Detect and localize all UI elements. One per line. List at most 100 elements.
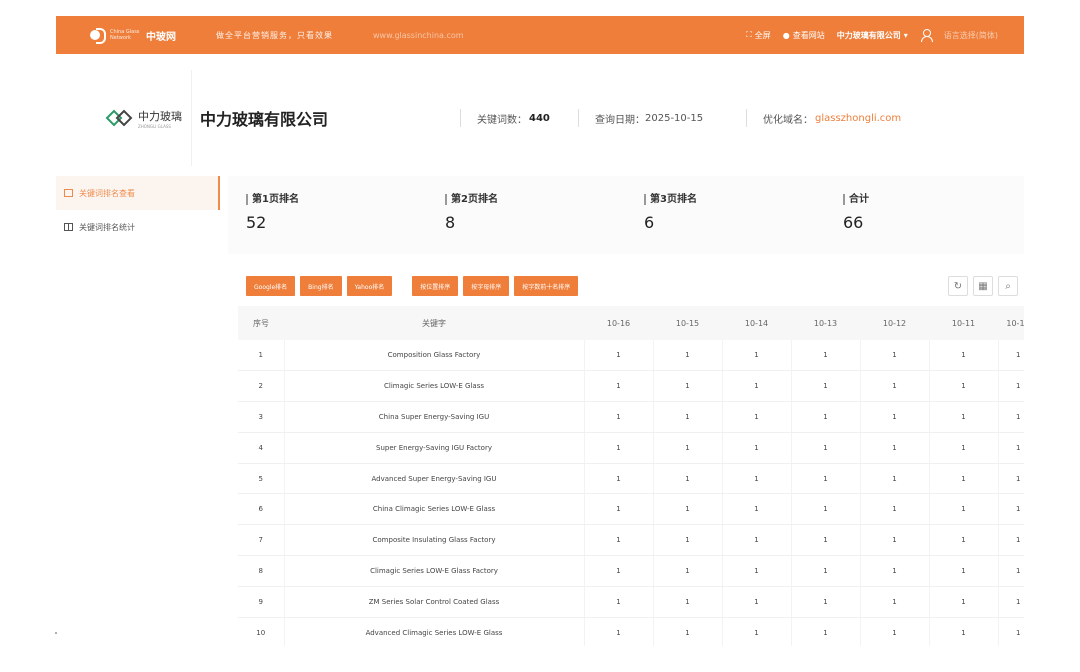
rank-cell: 1 [722,586,792,618]
column-header[interactable]: 序号 [238,306,284,340]
rank-cell: 1 [653,555,723,587]
sidebar: 关键词排名查看 关键词排名统计 [56,176,220,672]
rank-cell: 1 [929,401,999,433]
column-header[interactable]: 10-13 [791,306,860,340]
stat-page3: 第3页排名 6 [626,194,825,254]
rank-cell: 1 [998,463,1024,495]
search-icon[interactable]: ⌕ [998,276,1018,296]
slogan: 做全平台营销服务，只看效果 [216,30,333,40]
rank-cell: 1 [722,524,792,557]
site-url[interactable]: www.glassinchina.com [373,31,464,40]
user-icon[interactable] [920,29,933,42]
keyword-cell: Advanced Climagic Series LOW-E Glass [284,617,585,646]
table-row[interactable]: 8 Climagic Series LOW-E Glass Factory 1 1 1 1… [238,555,1024,587]
rank-cell: 1 [791,432,861,464]
keyword-cell: Climagic Series LOW-E Glass Factory [284,555,585,587]
bing-ranking-button[interactable]: Bing排名 [300,276,342,296]
keyword-cell: Composition Glass Factory [284,340,585,372]
table-row[interactable]: 3 China Super Energy-Saving IGU 1 1 1 1 1 1 1 [238,401,1024,433]
rank-cell: 1 [929,340,999,372]
rank-cell: 1 [584,617,654,646]
keyword-count-label: 关键词数： [477,114,527,126]
globe-icon: ● [782,30,790,40]
yahoo-ranking-button[interactable]: Yahoo排名 [346,276,393,296]
rank-cell: 1 [998,493,1024,526]
company-menu[interactable]: 中力玻璃有限公司 ▾ [837,30,908,41]
rank-cell: 1 [860,555,930,587]
sidebar-item-label: 关键词排名查看 [79,188,135,198]
sidebar-item-ranking-stats[interactable]: 关键词排名统计 [56,210,220,244]
column-header[interactable]: 10-14 [722,306,791,340]
table-row[interactable]: 1 Composition Glass Factory 1 1 1 1 1 1 1 [238,340,1024,372]
query-date-value: 2025-10-15 [645,112,704,124]
column-header[interactable]: 10-15 [653,306,722,340]
fullscreen-button[interactable]: ⛶ 全屏 [746,30,771,41]
sort-by-position-button[interactable]: 按位置排序 [412,276,459,296]
rank-cell: 1 [653,401,723,433]
rank-cell: 1 [791,463,861,495]
rank-cell: 1 [722,340,792,372]
rank-cell: 1 [722,432,792,464]
language-select[interactable]: 语言选择(简体) [944,30,998,41]
rank-cell: 1 [998,432,1024,464]
page: China Glass Network 中玻网 做全平台营销服务，只看效果 ww… [0,0,1080,672]
table-row[interactable]: 10 Advanced Climagic Series LOW-E Glass 1 1… [238,617,1024,646]
keyword-cell: Climagic Series LOW-E Glass [284,370,585,403]
column-header[interactable]: 10-12 [860,306,929,340]
column-header[interactable]: 10-10 [998,306,1024,340]
sort-top-ten-button[interactable]: 按字数前十名排序 [514,276,579,296]
stat-label: 合计 [843,194,1024,205]
rank-cell: 1 [791,493,861,526]
row-index-cell: 6 [238,493,285,526]
rank-cell: 1 [791,340,861,372]
query-date: 查询日期： 2025-10-15 [578,109,716,127]
table-row[interactable]: 4 Super Energy-Saving IGU Factory 1 1 1 1 1 1 1 [238,432,1024,464]
keyword-count: 关键词数： 440 [460,109,578,127]
view-site-label: 查看网站 [792,30,825,40]
domain-link[interactable]: glasszhongli.com [815,113,901,124]
rank-cell: 1 [929,370,999,403]
table-row[interactable]: 7 Composite Insulating Glass Factory 1 1 1 1 1… [238,524,1024,557]
site-logo[interactable]: China Glass Network 中玻网 [90,28,176,44]
rank-cell: 1 [860,586,930,618]
row-index-cell: 3 [238,401,285,433]
sidebar-item-ranking-view[interactable]: 关键词排名查看 [56,176,220,210]
table-toolbar: Google排名 Bing排名 Yahoo排名 按位置排序 按字母排序 按字数前… [246,276,1024,296]
company-logo-en: ZHONGLI GLASS [138,123,171,129]
rank-cell: 1 [929,463,999,495]
rank-cell: 1 [998,586,1024,618]
table-row[interactable]: 6 China Climagic Series LOW-E Glass 1 1 1 1 1 1… [238,493,1024,526]
rank-cell: 1 [791,586,861,618]
rank-cell: 1 [653,493,723,526]
rank-cell: 1 [584,555,654,587]
rank-cell: 1 [791,524,861,557]
rank-cell: 1 [998,401,1024,433]
rank-cell: 1 [860,524,930,557]
view-site-button[interactable]: ● 查看网站 [783,30,825,41]
column-header[interactable]: 10-16 [584,306,653,340]
column-header[interactable]: 10-11 [929,306,998,340]
keyword-cell: China Climagic Series LOW-E Glass [284,493,585,526]
stat-total: 合计 66 [825,194,1024,254]
table-header-row: 序号 关键字 10-16 10-15 10-14 10-13 10-12 10-… [238,306,1024,340]
company-menu-label: 中力玻璃有限公司 [836,30,901,40]
refresh-icon[interactable]: ↻ [948,276,968,296]
google-ranking-button[interactable]: Google排名 [246,276,296,296]
table-row[interactable]: 9 ZM Series Solar Control Coated Glass 1 1 1… [238,586,1024,618]
logo-icon [90,28,106,44]
table-row[interactable]: 2 Climagic Series LOW-E Glass 1 1 1 1 1 1 1 [238,370,1024,403]
column-header[interactable]: 关键字 [284,306,584,340]
columns-icon[interactable]: ▦ [973,276,993,296]
stat-label: 第2页排名 [445,194,626,205]
keyword-cell: ZM Series Solar Control Coated Glass [284,586,585,618]
keyword-cell: Super Energy-Saving IGU Factory [284,432,585,464]
sort-alphabetical-button[interactable]: 按字母排序 [463,276,510,296]
row-index-cell: 5 [238,463,285,495]
stat-page2: 第2页排名 8 [427,194,626,254]
optimized-domain: 优化域名： glasszhongli.com [746,109,901,127]
row-index-cell: 7 [238,524,285,557]
table-row[interactable]: 5 Advanced Super Energy-Saving IGU 1 1 1 1 1 1 1 [238,463,1024,495]
rank-cell: 1 [929,555,999,587]
rank-cell: 1 [791,555,861,587]
rank-cell: 1 [722,617,792,646]
